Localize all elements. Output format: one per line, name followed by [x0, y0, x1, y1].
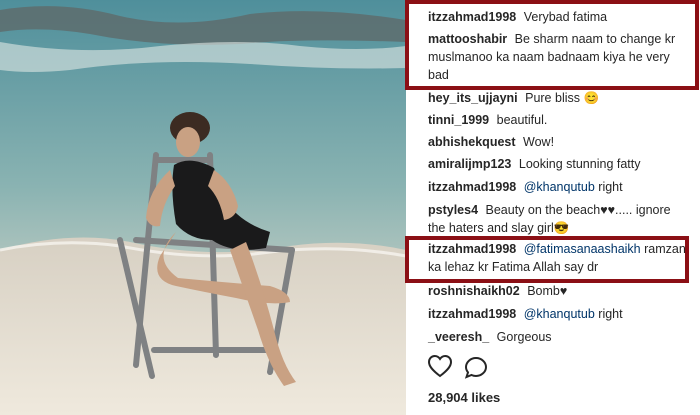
comment-username[interactable]: _veeresh_ [428, 330, 489, 344]
comment-text: Looking stunning fatty [518, 157, 641, 171]
comment-icon[interactable] [464, 356, 488, 379]
comment-text: right [598, 180, 623, 194]
comment: amiralijmp123 Looking stunning fatty [428, 155, 690, 173]
heart-icon[interactable] [427, 354, 453, 378]
highlight-box [405, 236, 689, 283]
likes-count[interactable]: 28,904 likes [428, 390, 500, 405]
comment-username[interactable]: itzzahmad1998 [428, 180, 516, 194]
comment-username[interactable]: pstyles4 [428, 203, 478, 217]
post-actions [427, 354, 488, 384]
comment: pstyles4 Beauty on the beach♥♥..... igno… [428, 201, 690, 237]
comment-mention[interactable]: @khanqutub [524, 307, 595, 321]
comment-text: Pure bliss 😊 [525, 91, 600, 105]
comment-username[interactable]: amiralijmp123 [428, 157, 511, 171]
comment-mention[interactable]: @khanqutub [524, 180, 595, 194]
comment-username[interactable]: itzzahmad1998 [428, 307, 516, 321]
comment: abhishekquest Wow! [428, 133, 690, 151]
comment: roshnishaikh02 Bomb♥ [428, 282, 690, 300]
comment: _veeresh_ Gorgeous [428, 328, 690, 346]
comment-username[interactable]: roshnishaikh02 [428, 284, 520, 298]
comment-text: Bomb♥ [527, 284, 568, 298]
comment-text: Wow! [523, 135, 555, 149]
comment-username[interactable]: abhishekquest [428, 135, 516, 149]
comment-text: Gorgeous [496, 330, 552, 344]
highlight-box [405, 0, 699, 90]
comment: itzzahmad1998 @khanqutub right [428, 305, 690, 323]
comment-text: right [598, 307, 623, 321]
beach-photo-illustration [0, 0, 406, 415]
post-action-icons [427, 354, 488, 379]
comment: tinni_1999 beautiful. [428, 111, 690, 129]
comment: itzzahmad1998 @khanqutub right [428, 178, 690, 196]
comment-text: beautiful. [496, 113, 548, 127]
comment: hey_its_ujjayni Pure bliss 😊 [428, 89, 690, 107]
comment-username[interactable]: hey_its_ujjayni [428, 91, 518, 105]
post-photo[interactable] [0, 0, 406, 415]
comment-username[interactable]: tinni_1999 [428, 113, 489, 127]
